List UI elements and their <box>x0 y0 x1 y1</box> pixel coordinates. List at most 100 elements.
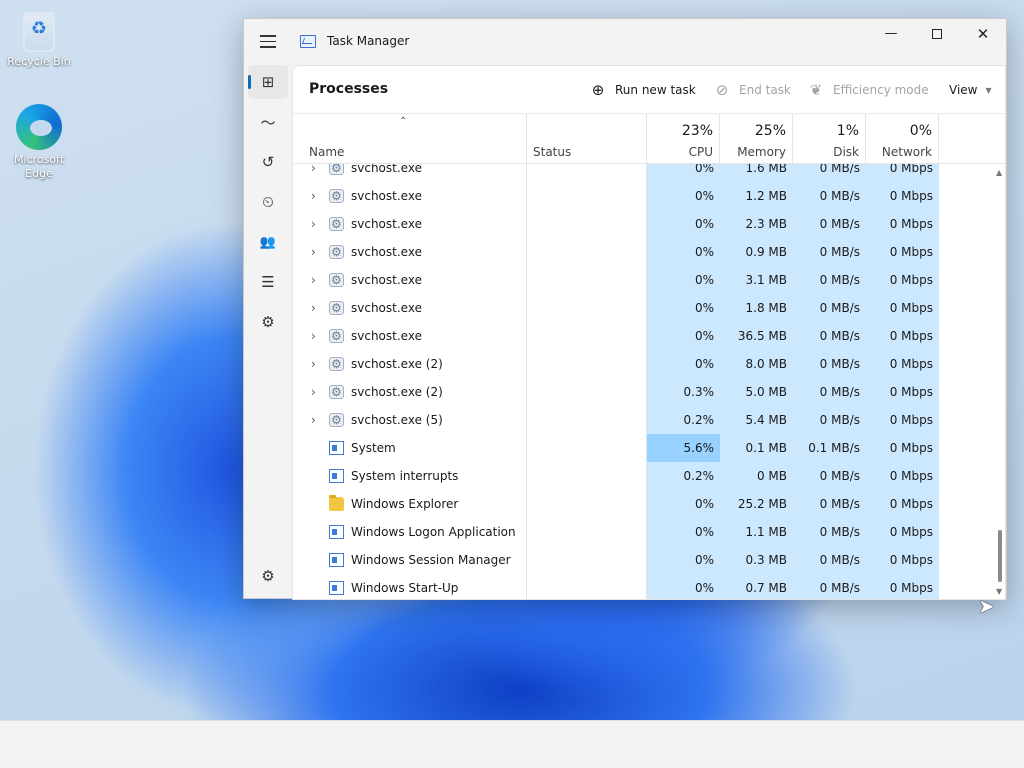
cpu-cell: 0.2% <box>647 462 720 490</box>
run-new-task-button[interactable]: ⊕ Run new task <box>589 80 696 100</box>
chevron-right-icon[interactable]: › <box>311 322 316 350</box>
cpu-cell: 0% <box>647 322 720 350</box>
close-button[interactable]: ✕ <box>960 19 1006 49</box>
process-name: svchost.exe (2) <box>351 357 443 371</box>
chevron-right-icon[interactable]: › <box>311 294 316 322</box>
hamburger-menu-icon[interactable] <box>256 31 280 53</box>
column-label: Memory <box>737 145 786 159</box>
maximize-button[interactable] <box>914 19 960 49</box>
nav-services[interactable]: ⚙ <box>248 305 288 339</box>
column-header-network[interactable]: 0% Network <box>866 114 939 164</box>
service-gear-icon <box>329 350 344 378</box>
performance-icon: 〜 <box>260 113 276 132</box>
process-name: svchost.exe (2) <box>351 385 443 399</box>
cpu-cell: 0% <box>647 164 720 182</box>
page-title: Processes <box>309 81 389 97</box>
table-row[interactable]: Windows Logon Application 0% 1.1 MB 0 MB/s 0… <box>293 518 993 546</box>
task-manager-window: Task Manager — ✕ ⊞ 〜 ↺ ⏲ 👥 ☰ ⚙ ⚙ Process… <box>243 18 1007 600</box>
nav-app-history[interactable]: ↺ <box>248 145 288 179</box>
cpu-cell: 0% <box>647 350 720 378</box>
column-header-cpu[interactable]: 23% CPU <box>647 114 720 164</box>
table-row[interactable]: Windows Start-Up Application 0%0.7 MB0 MB… <box>293 574 993 599</box>
chevron-right-icon[interactable]: › <box>311 164 316 182</box>
table-row[interactable]: › svchost.exe 0%2.3 MB0 MB/s0 Mbps <box>293 210 993 238</box>
nav-performance[interactable]: 〜 <box>248 105 288 139</box>
process-name: svchost.exe <box>351 273 422 287</box>
end-task-label: End task <box>739 83 791 97</box>
nav-settings[interactable]: ⚙ <box>248 559 288 593</box>
process-name: Windows Logon Application <box>351 525 516 539</box>
column-header-disk[interactable]: 1% Disk <box>793 114 866 164</box>
minimize-button[interactable]: — <box>868 19 914 49</box>
efficiency-mode-button[interactable]: ❦ Efficiency mode <box>807 80 929 100</box>
application-window-icon <box>329 525 344 539</box>
view-menu-button[interactable]: View ▼ <box>949 80 992 100</box>
process-name-cell: › svchost.exe <box>293 182 527 210</box>
title-bar[interactable]: Task Manager — ✕ <box>244 19 1006 65</box>
table-row[interactable]: System interrupts 0.2% 0 MB 0 MB/s 0 Mbps <box>293 462 993 490</box>
nav-details[interactable]: ☰ <box>248 265 288 299</box>
cpu-cell: 0% <box>647 266 720 294</box>
disk-cell: 0.1 MB/s <box>793 434 866 462</box>
table-row[interactable]: Windows Session Manager 0% 0.3 MB 0 MB/s 0 M… <box>293 546 993 574</box>
application-window-icon <box>329 581 344 595</box>
desktop-icon-label: Recycle Bin <box>7 55 71 68</box>
process-status-cell <box>527 518 647 546</box>
disk-cell: 0 MB/s <box>793 378 866 406</box>
scroll-down-icon[interactable]: ▼ <box>996 587 1002 596</box>
end-task-button[interactable]: ⊘ End task <box>713 80 791 100</box>
disk-total-percent: 1% <box>836 123 859 139</box>
table-row[interactable]: › svchost.exe 0%3.1 MB0 MB/s0 Mbps <box>293 266 993 294</box>
chevron-right-icon[interactable]: › <box>311 210 316 238</box>
navigation-rail: ⊞ 〜 ↺ ⏲ 👥 ☰ ⚙ ⚙ <box>244 65 292 600</box>
recycle-bin-icon <box>23 12 55 52</box>
network-cell: 0 Mbps <box>866 546 939 574</box>
chevron-right-icon[interactable]: › <box>311 266 316 294</box>
disk-cell: 0 MB/s <box>793 350 866 378</box>
process-name: svchost.exe <box>351 189 422 203</box>
process-name-cell: Windows Logon Application <box>293 518 527 546</box>
process-name: svchost.exe <box>351 164 422 175</box>
table-row[interactable]: › svchost.exe 0%36.5 MB0 MB/s0 Mbps <box>293 322 993 350</box>
column-header-name[interactable]: ⌃ Name <box>293 114 527 164</box>
memory-cell: 2.3 MB <box>720 210 793 238</box>
memory-cell: 0.7 MB <box>720 574 793 599</box>
cpu-cell: 0% <box>647 210 720 238</box>
nav-startup-apps[interactable]: ⏲ <box>248 185 288 219</box>
memory-cell: 0.9 MB <box>720 238 793 266</box>
table-row[interactable]: › svchost.exe 0%1.8 MB0 MB/s0 Mbps <box>293 294 993 322</box>
chevron-right-icon[interactable]: › <box>311 406 316 434</box>
chevron-right-icon[interactable]: › <box>311 182 316 210</box>
chevron-right-icon[interactable]: › <box>311 378 316 406</box>
table-row[interactable]: › svchost.exe (5) 0.2%5.4 MB0 MB/s0 Mbps <box>293 406 993 434</box>
process-status-cell <box>527 210 647 238</box>
scroll-up-icon[interactable]: ▲ <box>996 168 1002 177</box>
table-row[interactable]: › svchost.exe 0%1.2 MB0 MB/s0 Mbps <box>293 182 993 210</box>
column-header-memory[interactable]: 25% Memory <box>720 114 793 164</box>
table-row[interactable]: › svchost.exe (2) 0.3%5.0 MB0 MB/s0 Mbps <box>293 378 993 406</box>
service-gear-icon <box>329 164 344 182</box>
disk-cell: 0 MB/s <box>793 294 866 322</box>
chevron-right-icon[interactable]: › <box>311 350 316 378</box>
process-name: System <box>351 441 396 455</box>
memory-cell: 5.4 MB <box>720 406 793 434</box>
table-row[interactable]: Windows Explorer 0% 25.2 MB 0 MB/s 0 Mbps <box>293 490 993 518</box>
desktop-icon-recycle-bin[interactable]: Recycle Bin <box>2 12 76 69</box>
table-row[interactable]: › svchost.exe 0%1.6 MB0 MB/s0 Mbps <box>293 164 993 182</box>
nav-users[interactable]: 👥 <box>248 225 288 259</box>
disk-cell: 0 MB/s <box>793 546 866 574</box>
process-status-cell <box>527 462 647 490</box>
cpu-cell: 0% <box>647 518 720 546</box>
chevron-right-icon[interactable]: › <box>311 238 316 266</box>
desktop-icon-edge[interactable]: Microsoft Edge <box>2 104 76 181</box>
scrollbar-thumb[interactable] <box>998 530 1002 582</box>
column-header-status[interactable]: Status <box>527 114 647 164</box>
memory-cell: 36.5 MB <box>720 322 793 350</box>
process-name-cell: Windows Explorer <box>293 490 527 518</box>
table-row[interactable]: System 5.6% 0.1 MB 0.1 MB/s 0 Mbps <box>293 434 993 462</box>
view-label: View <box>949 83 978 97</box>
vertical-scrollbar[interactable]: ▲ ▼ <box>993 164 1005 599</box>
table-row[interactable]: › svchost.exe 0%0.9 MB0 MB/s0 Mbps <box>293 238 993 266</box>
nav-processes[interactable]: ⊞ <box>248 65 288 99</box>
table-row[interactable]: › svchost.exe (2) 0%8.0 MB0 MB/s0 Mbps <box>293 350 993 378</box>
